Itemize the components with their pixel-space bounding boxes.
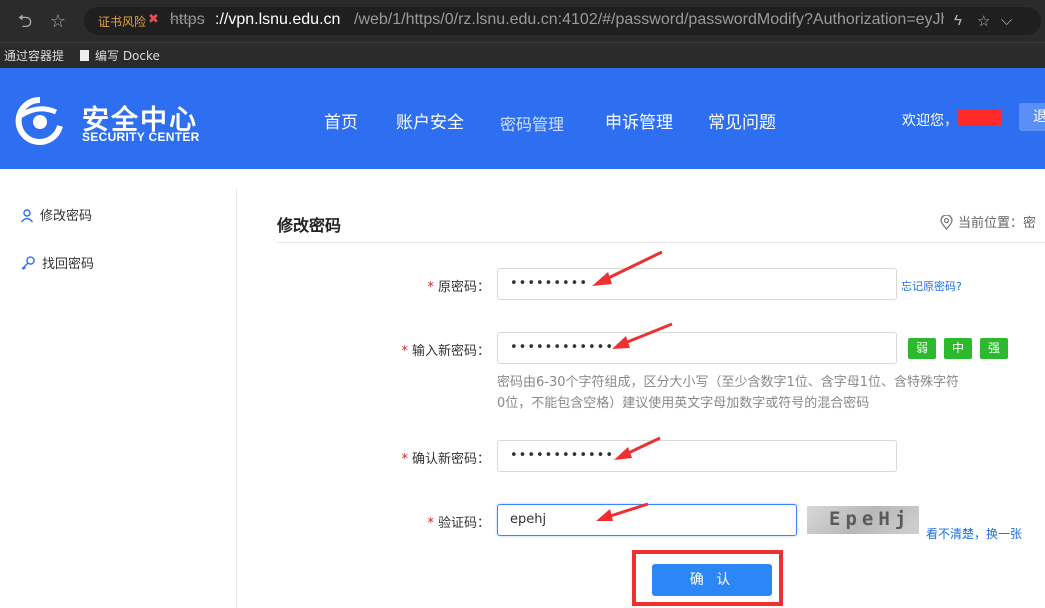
browser-address-bar: ⮌ ☆ 证书风险 ✖ https ://vpn.lsnu.edu.cn /web…	[0, 0, 1045, 42]
key-icon	[21, 256, 35, 270]
redacted-username	[958, 110, 1002, 126]
sidebar-item-label: 修改密码	[40, 209, 93, 224]
captcha-label: * 验证码：	[290, 512, 490, 531]
cert-warning-icon: ✖	[148, 11, 159, 26]
user-icon	[20, 209, 34, 223]
captcha-image-text: EpeHj	[829, 508, 912, 530]
lightning-icon[interactable]: ϟ	[954, 12, 962, 29]
welcome-text: 欢迎您，	[902, 113, 958, 129]
cert-warning-label[interactable]: 证书风险	[98, 13, 146, 30]
bookmark-item[interactable]: 编写 Docke	[80, 47, 160, 64]
url-host: ://vpn.lsnu.edu.cn	[215, 11, 341, 28]
required-mark: *	[401, 452, 408, 467]
label-text: 输入新密码：	[411, 344, 490, 359]
breadcrumb-text: 当前位置：密	[958, 216, 1037, 231]
label-text: 原密码：	[437, 280, 490, 295]
required-mark: *	[427, 280, 434, 295]
page-title: 修改密码	[277, 216, 342, 235]
password-rule-hint: 密码由6-30个字符组成，区分大小写（至少含数字1位、含字母1位、含特殊字符0位…	[497, 375, 960, 411]
document-icon	[80, 50, 89, 61]
confirm-password-label: * 确认新密码：	[290, 448, 490, 467]
nav-appeal-management[interactable]: 申诉管理	[605, 108, 673, 133]
required-mark: *	[401, 344, 408, 359]
location-pin-icon	[940, 214, 953, 230]
bookmark-label: 编写 Docke	[95, 49, 160, 63]
back-icon[interactable]: ⮌	[14, 10, 36, 32]
site-header: 安全中心 SECURITY CENTER 首页 账户安全 密码管理 申诉管理 常…	[0, 68, 1045, 169]
strength-weak-badge: 弱	[908, 338, 936, 359]
old-password-input[interactable]: •••••••••	[497, 268, 897, 300]
new-password-label: * 输入新密码：	[290, 340, 490, 359]
captcha-image[interactable]: EpeHj	[807, 506, 919, 534]
nav-account-security[interactable]: 账户安全	[396, 108, 464, 133]
confirm-password-input[interactable]: ••••••••••••	[497, 440, 897, 472]
new-password-input[interactable]: ••••••••••••	[497, 332, 897, 364]
old-password-label: * 原密码：	[290, 276, 490, 295]
bookmark-star-icon[interactable]: ☆	[47, 10, 69, 32]
title-divider	[277, 242, 1045, 243]
url-scheme: https	[170, 11, 205, 28]
strength-medium-badge: 中	[944, 338, 972, 359]
confirm-button[interactable]: 确 认	[652, 564, 772, 596]
refresh-captcha-link[interactable]: 看不清楚，换一张	[926, 525, 1022, 542]
strength-strong-badge: 强	[980, 338, 1008, 359]
label-text: 验证码：	[437, 516, 490, 531]
sidebar-item-recover-password[interactable]: 找回密码	[20, 253, 94, 272]
security-logo-icon	[15, 96, 63, 145]
url-path: /web/1/https/0/rz.lsnu.edu.cn:4102/#/pas…	[354, 11, 944, 28]
nav-password-management[interactable]: 密码管理	[500, 111, 564, 135]
bookmarks-bar: 通过容器提 编写 Docke	[0, 42, 1045, 68]
nav-faq[interactable]: 常见问题	[708, 108, 776, 133]
sidebar-item-label: 找回密码	[42, 257, 95, 272]
favorite-star-icon[interactable]: ☆	[977, 12, 990, 30]
nav-home[interactable]: 首页	[324, 108, 358, 133]
forgot-password-link[interactable]: 忘记原密码?	[901, 278, 962, 294]
required-mark: *	[427, 516, 434, 531]
captcha-input[interactable]: epehj	[497, 504, 797, 536]
breadcrumb: 当前位置：密	[940, 212, 1036, 231]
logo-subtitle: SECURITY CENTER	[82, 130, 200, 144]
chevron-down-icon[interactable]: ⌵	[1001, 12, 1012, 29]
url-input[interactable]: 证书风险 ✖ https ://vpn.lsnu.edu.cn /web/1/h…	[84, 7, 1041, 35]
logout-button[interactable]: 退	[1019, 103, 1045, 131]
sidebar: 修改密码 找回密码	[0, 189, 237, 608]
sidebar-item-modify-password[interactable]: 修改密码	[20, 205, 92, 224]
label-text: 确认新密码：	[411, 452, 490, 467]
bookmark-item[interactable]: 通过容器提	[4, 47, 64, 64]
